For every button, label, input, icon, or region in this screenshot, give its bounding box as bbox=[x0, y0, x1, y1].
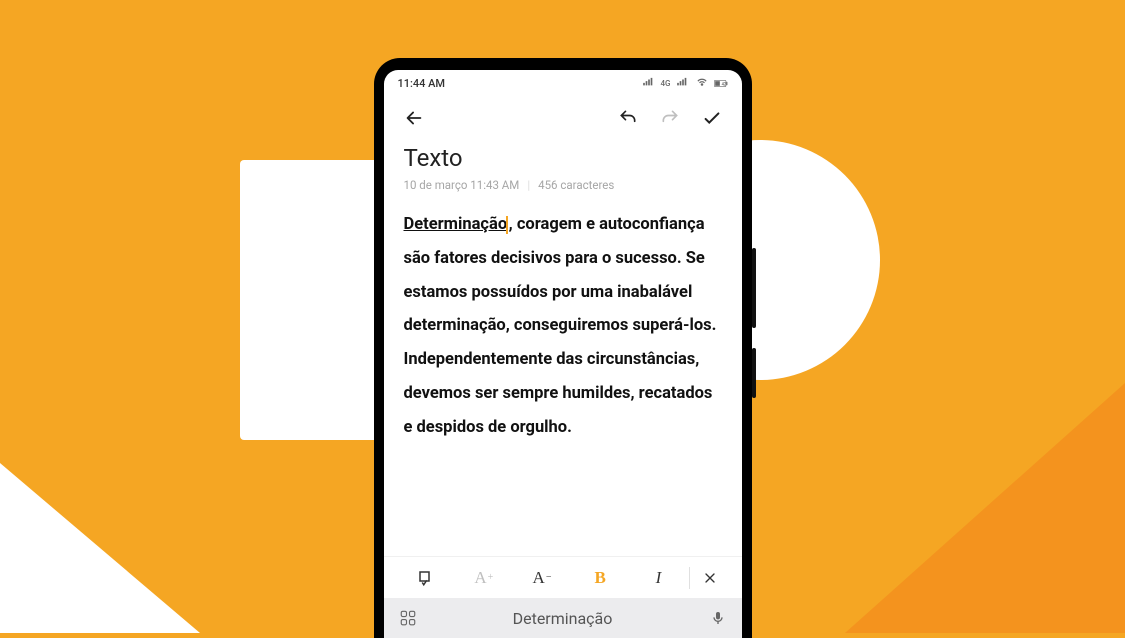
toolbar-divider bbox=[689, 567, 690, 589]
mic-icon[interactable] bbox=[706, 606, 730, 630]
keyboard-grid-icon[interactable] bbox=[396, 606, 420, 630]
network-label: 4G bbox=[661, 79, 671, 88]
note-date: 10 de março 11:43 AM bbox=[404, 178, 520, 192]
phone-power-button bbox=[752, 348, 756, 398]
font-decrease-button[interactable]: A− bbox=[514, 557, 570, 598]
font-increase-button[interactable]: A+ bbox=[456, 557, 512, 598]
undo-button[interactable] bbox=[612, 102, 644, 134]
close-format-button[interactable] bbox=[692, 557, 728, 598]
note-body-underlined: Determinação bbox=[404, 215, 508, 234]
wifi-icon bbox=[695, 77, 709, 89]
svg-text:42: 42 bbox=[721, 81, 726, 86]
signal-secondary-icon bbox=[676, 77, 690, 89]
status-time: 11:44 AM bbox=[398, 77, 446, 90]
format-toolbar: A+ A− B I bbox=[384, 556, 742, 598]
note-body-text: , coragem e autoconfiança são fatores de… bbox=[404, 215, 717, 437]
phone-volume-button bbox=[752, 248, 756, 328]
back-button[interactable] bbox=[398, 102, 430, 134]
meta-divider: | bbox=[527, 178, 530, 192]
checklist-button[interactable] bbox=[398, 557, 454, 598]
keyboard-suggestion-bar: Determinação bbox=[384, 598, 742, 638]
bold-button[interactable]: B bbox=[572, 557, 628, 598]
italic-button[interactable]: I bbox=[630, 557, 686, 598]
signal-icon bbox=[642, 77, 656, 89]
note-meta: 10 de março 11:43 AM | 456 caracteres bbox=[384, 174, 742, 208]
note-body[interactable]: Determinação, coragem e autoconfiança sã… bbox=[384, 208, 742, 556]
note-char-count: 456 caracteres bbox=[538, 178, 614, 192]
battery-icon: 42 bbox=[714, 77, 728, 89]
app-header bbox=[384, 96, 742, 142]
status-bar: 11:44 AM 4G 42 bbox=[384, 70, 742, 96]
redo-button[interactable] bbox=[654, 102, 686, 134]
keyboard-suggestion[interactable]: Determinação bbox=[432, 609, 694, 628]
phone-frame: 11:44 AM 4G 42 bbox=[374, 58, 752, 638]
confirm-button[interactable] bbox=[696, 102, 728, 134]
note-title[interactable]: Texto bbox=[404, 144, 722, 172]
phone-screen: 11:44 AM 4G 42 bbox=[384, 70, 742, 638]
text-cursor bbox=[506, 216, 508, 234]
